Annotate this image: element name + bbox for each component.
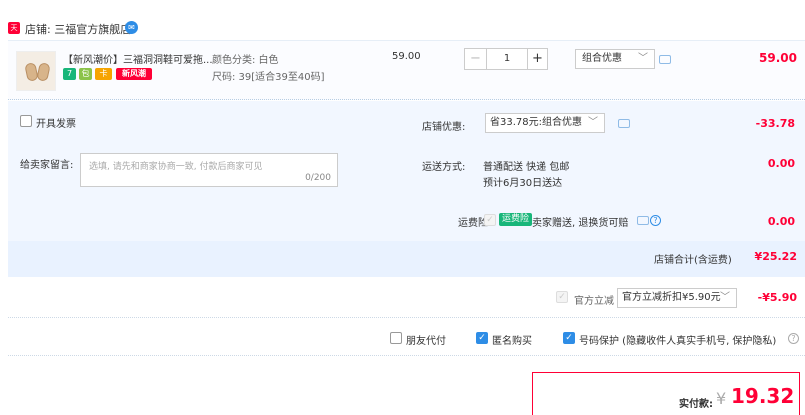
anonymous-label: 匿名购买 — [492, 336, 532, 347]
delivery-method: 普通配送 快递 包邮 — [483, 162, 570, 173]
help-icon[interactable]: ? — [788, 333, 799, 344]
slipper-image — [36, 62, 51, 82]
message-icon[interactable] — [618, 119, 630, 128]
invoice-label: 开具发票 — [36, 119, 76, 130]
quantity-input[interactable]: 1 — [487, 49, 527, 69]
tmall-shop-icon: 天猫 — [8, 22, 20, 44]
number-protect-checkbox[interactable]: ✓ — [563, 332, 575, 344]
shop-name-link[interactable]: 店铺: 三福官方旗舰店 — [25, 21, 131, 37]
shop-discount-select[interactable]: 省33.78元:组合优惠 ﹀ — [485, 113, 605, 133]
credit-card-badge[interactable]: 卡 — [95, 68, 112, 80]
shop-total-amount: ¥25.22 — [754, 250, 797, 263]
delivery-amount: 0.00 — [767, 157, 795, 170]
insurance-checkbox: ✓ — [484, 214, 496, 226]
delivery-label: 运送方式: — [422, 162, 466, 173]
shop-discount-amount: -33.78 — [755, 117, 795, 130]
friend-pay-label: 朋友代付 — [406, 336, 446, 347]
quantity-stepper: − 1 + — [464, 48, 548, 70]
payment-label: 实付款: — [679, 399, 713, 410]
friend-pay-checkbox[interactable] — [390, 332, 402, 344]
shop-subtotal-row: 店铺合计(含运费) ¥25.22 — [8, 241, 805, 277]
message-icon[interactable] — [637, 216, 649, 225]
quantity-increase-button[interactable]: + — [527, 49, 547, 69]
item-promo-select[interactable]: 组合优惠 ﹀ — [575, 49, 655, 69]
delivery-eta: 预计6月30日送达 — [483, 178, 563, 189]
insurance-amount: 0.00 — [767, 215, 795, 228]
sku-size: 尺码: 39[适合39至40码] — [212, 72, 325, 83]
official-discount-checkbox: ✓ — [556, 291, 568, 303]
new-trend-badge[interactable]: 新风潮 — [116, 68, 152, 80]
product-title-link[interactable]: 【新风潮价】三福洞洞鞋可爱拖... — [63, 51, 213, 66]
official-discount-amount: -¥5.90 — [757, 291, 797, 304]
seven-day-return-badge[interactable]: 7 — [63, 68, 76, 80]
official-discount-label: 官方立减 — [574, 296, 614, 307]
payment-amount: 19.32 — [731, 384, 795, 408]
divider — [8, 355, 805, 356]
shop-header: 天猫 店铺: 三福官方旗舰店 ✉ — [0, 18, 805, 44]
shop-options-panel: 店铺优惠: 省33.78元:组合优惠 ﹀ -33.78 运送方式: 普通配送 快… — [408, 101, 805, 237]
item-promo-value: 组合优惠 — [582, 53, 622, 64]
unit-price: 59.00 — [392, 51, 421, 62]
slipper-image — [24, 62, 39, 82]
chevron-down-icon: ﹀ — [720, 292, 730, 303]
invoice-checkbox[interactable] — [20, 115, 32, 127]
seller-message-label: 给卖家留言: — [20, 160, 74, 171]
order-item-row: 【新风潮价】三福洞洞鞋可爱拖... 7 包 卡 新风潮 颜色分类: 白色 尺码:… — [8, 40, 805, 100]
currency-symbol: ¥ — [716, 389, 727, 408]
quantity-decrease-button[interactable]: − — [465, 49, 487, 69]
official-discount-value: 官方立减折扣¥5.90元 — [622, 292, 721, 303]
divider — [8, 317, 805, 318]
guarantee-badge[interactable]: 包 — [79, 68, 92, 80]
help-icon[interactable]: ? — [650, 215, 661, 226]
sku-color: 颜色分类: 白色 — [212, 55, 279, 66]
chevron-down-icon: ﹀ — [638, 53, 648, 64]
shop-discount-label: 店铺优惠: — [422, 122, 466, 133]
product-thumbnail[interactable] — [16, 51, 56, 91]
anonymous-checkbox[interactable]: ✓ — [476, 332, 488, 344]
seller-message-placeholder: 选填, 请先和商家协商一致, 付款后商家可见 — [89, 162, 263, 172]
insurance-tag: 运费险 — [499, 213, 533, 226]
chevron-down-icon: ﹀ — [588, 117, 598, 128]
chat-bubble-icon[interactable]: ✉ — [125, 21, 138, 34]
message-icon[interactable] — [659, 55, 671, 64]
official-discount-select[interactable]: 官方立减折扣¥5.90元 ﹀ — [617, 288, 737, 308]
payment-summary: 实付款: ¥ 19.32 — [532, 372, 800, 415]
seller-message-count: 0/200 — [305, 173, 331, 183]
shop-discount-value: 省33.78元:组合优惠 — [490, 117, 582, 128]
seller-message-input[interactable]: 选填, 请先和商家协商一致, 付款后商家可见 0/200 — [80, 153, 338, 187]
item-subtotal: 59.00 — [759, 51, 797, 65]
insurance-desc: 卖家赠送, 退换货可赔 — [532, 218, 629, 229]
number-protect-label: 号码保护 (隐藏收件人真实手机号, 保护隐私) — [579, 336, 777, 347]
shop-total-label: 店铺合计(含运费) — [654, 255, 732, 266]
